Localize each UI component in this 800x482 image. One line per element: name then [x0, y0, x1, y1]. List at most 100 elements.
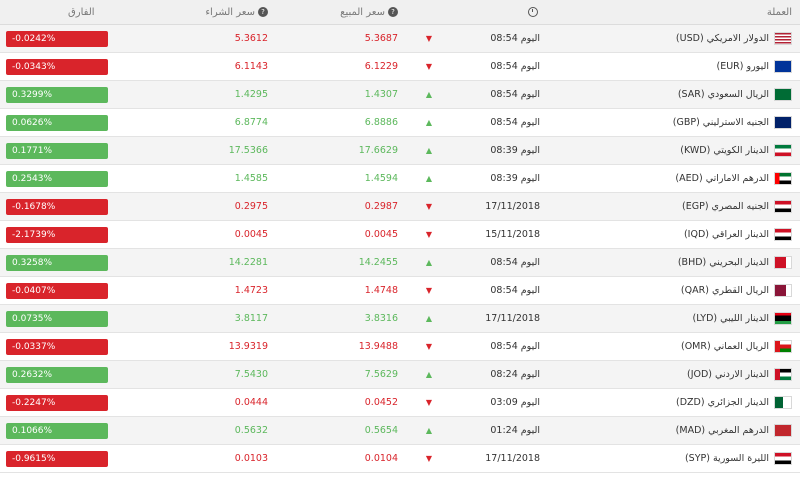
change-cell: 0.0735% — [6, 305, 108, 332]
change-cell: 0.0626% — [6, 109, 108, 136]
sell-price: 0.0045 — [364, 229, 398, 240]
sell-price: 0.0104 — [364, 453, 398, 464]
table-row[interactable]: الريال السعودي (SAR) اليوم 08:54 ▲ 1.4307 1.… — [0, 81, 800, 109]
change-cell: 0.1066% — [6, 417, 108, 444]
currency-name: الريال السعودي (SAR) — [677, 89, 769, 100]
buy-price: 0.0103 — [234, 453, 268, 464]
help-icon[interactable]: ? — [258, 7, 268, 17]
currency-name: الليرة السورية (SYP) — [684, 453, 769, 464]
buy-price: 0.0444 — [234, 397, 268, 408]
update-time: اليوم 08:39 — [490, 145, 540, 156]
table-row[interactable]: الدرهم المغربي (MAD) اليوم 01:24 ▲ 0.5654 0.… — [0, 417, 800, 445]
currency-name: الدرهم المغربي (MAD) — [675, 425, 769, 436]
change-badge: -0.0242% — [6, 30, 108, 47]
change-cell: -0.0343% — [6, 53, 108, 80]
currency-cell: الدينار الجزائري (DZD) — [676, 389, 792, 416]
arrow-up-icon: ▲ — [425, 146, 432, 155]
change-badge: 0.3299% — [6, 86, 108, 103]
table-row[interactable]: اليورو (EUR) اليوم 08:54 ▼ 6.1229 6.1143 -0.0… — [0, 53, 800, 81]
arrow-up-icon: ▲ — [425, 370, 432, 379]
header-currency: العملة — [766, 6, 792, 18]
table-row[interactable]: الدينار الاردني (JOD) اليوم 08:24 ▲ 7.5629 7… — [0, 361, 800, 389]
table-row[interactable]: الدينار البحريني (BHD) اليوم 08:54 ▲ 14.245… — [0, 249, 800, 277]
change-cell: 0.1771% — [6, 137, 108, 164]
arrow-down-icon: ▼ — [425, 62, 432, 71]
change-badge: -0.1678% — [6, 198, 108, 215]
sell-price: 0.0452 — [364, 397, 398, 408]
currency-cell: الدينار الاردني (JOD) — [687, 361, 792, 388]
currency-cell: الدرهم الاماراتي (AED) — [675, 165, 792, 192]
update-time: اليوم 08:54 — [490, 61, 540, 72]
sell-price: 1.4307 — [364, 89, 398, 100]
change-badge: -0.2247% — [6, 394, 108, 411]
update-time: اليوم 08:39 — [490, 173, 540, 184]
currency-cell: الدينار الليبي (LYD) — [693, 305, 792, 332]
table-row[interactable]: الدينار الجزائري (DZD) اليوم 03:09 ▼ 0.0452… — [0, 389, 800, 417]
table-row[interactable]: الجنيه الاسترليني (GBP) اليوم 08:54 ▲ 6.888… — [0, 109, 800, 137]
eu-flag-icon — [774, 60, 792, 73]
table-row[interactable]: الجنيه المصري (EGP) 17/11/2018 ▼ 0.2987 0.29… — [0, 193, 800, 221]
change-badge: -0.0343% — [6, 58, 108, 75]
table-row[interactable]: الدينار الكويتي (KWD) اليوم 08:39 ▲ 17.6629… — [0, 137, 800, 165]
sell-price: 1.4594 — [364, 173, 398, 184]
table-row[interactable]: الدينار الليبي (LYD) 17/11/2018 ▲ 3.8316 3.8… — [0, 305, 800, 333]
currency-table: العملة سعر المبيع? سعر الشراء? الفارق ال… — [0, 0, 800, 473]
currency-cell: الدينار الكويتي (KWD) — [680, 137, 792, 164]
currency-cell: الجنيه الاسترليني (GBP) — [673, 109, 792, 136]
sa-flag-icon — [774, 88, 792, 101]
arrow-down-icon: ▼ — [425, 398, 432, 407]
currency-name: اليورو (EUR) — [716, 61, 770, 72]
buy-price: 0.0045 — [234, 229, 268, 240]
change-badge: -0.0407% — [6, 282, 108, 299]
update-time: 17/11/2018 — [485, 453, 540, 464]
update-time: 17/11/2018 — [485, 313, 540, 324]
change-cell: -0.9615% — [6, 445, 108, 472]
table-row[interactable]: الريال القطري (QAR) اليوم 08:54 ▼ 1.4748 1.4… — [0, 277, 800, 305]
arrow-down-icon: ▼ — [425, 454, 432, 463]
table-row[interactable]: الريال العماني (OMR) اليوم 08:54 ▼ 13.9488 1… — [0, 333, 800, 361]
currency-cell: الدينار البحريني (BHD) — [678, 249, 792, 276]
ma-flag-icon — [774, 424, 792, 437]
change-cell: 0.2543% — [6, 165, 108, 192]
change-cell: 0.3258% — [6, 249, 108, 276]
change-badge: 0.3258% — [6, 254, 108, 271]
arrow-up-icon: ▲ — [425, 314, 432, 323]
table-row[interactable]: الدينار العراقي (IQD) 15/11/2018 ▼ 0.0045 0.… — [0, 221, 800, 249]
change-badge: 0.0626% — [6, 114, 108, 131]
currency-name: الريال القطري (QAR) — [680, 285, 769, 296]
table-row[interactable]: الدرهم الاماراتي (AED) اليوم 08:39 ▲ 1.4594… — [0, 165, 800, 193]
sell-price: 6.1229 — [364, 61, 398, 72]
currency-cell: الدولار الامريكي (USD) — [676, 25, 792, 52]
table-row[interactable]: الليرة السورية (SYP) 17/11/2018 ▼ 0.0104 0.0… — [0, 445, 800, 473]
update-time: اليوم 01:24 — [490, 425, 540, 436]
change-badge: 0.1771% — [6, 142, 108, 159]
change-cell: -0.1678% — [6, 193, 108, 220]
header-buy: سعر الشراء? — [205, 0, 268, 24]
sell-price: 0.2987 — [364, 201, 398, 212]
change-badge: -0.9615% — [6, 450, 108, 467]
table-row[interactable]: الدولار الامريكي (USD) اليوم 08:54 ▼ 5.3687… — [0, 25, 800, 53]
currency-cell: اليورو (EUR) — [716, 53, 792, 80]
gb-flag-icon — [774, 116, 792, 129]
currency-cell: الجنيه المصري (EGP) — [682, 193, 792, 220]
currency-cell: الدرهم المغربي (MAD) — [676, 417, 792, 444]
change-cell: -0.0337% — [6, 333, 108, 360]
currency-name: الدولار الامريكي (USD) — [675, 33, 769, 44]
change-badge: 0.0735% — [6, 310, 108, 327]
currency-cell: الليرة السورية (SYP) — [685, 445, 792, 472]
update-time: اليوم 03:09 — [490, 397, 540, 408]
table-body: الدولار الامريكي (USD) اليوم 08:54 ▼ 5.3687… — [0, 25, 800, 473]
help-icon[interactable]: ? — [388, 7, 398, 17]
sy-flag-icon — [774, 452, 792, 465]
update-time: اليوم 08:54 — [490, 257, 540, 268]
currency-name: الدينار الكويتي (KWD) — [680, 145, 769, 156]
eg-flag-icon — [774, 200, 792, 213]
change-cell: 0.3299% — [6, 81, 108, 108]
currency-cell: الريال القطري (QAR) — [681, 277, 792, 304]
currency-name: الدينار الجزائري (DZD) — [676, 397, 769, 408]
sell-price: 17.6629 — [358, 145, 398, 156]
sell-price: 6.8886 — [364, 117, 398, 128]
buy-price: 17.5366 — [228, 145, 268, 156]
kw-flag-icon — [774, 144, 792, 157]
arrow-down-icon: ▼ — [425, 230, 432, 239]
